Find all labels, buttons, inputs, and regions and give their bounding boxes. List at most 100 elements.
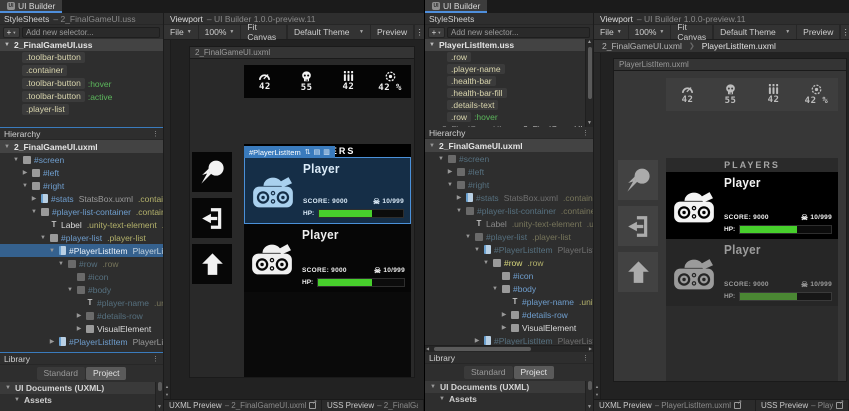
hierarchy-row[interactable]: ▶ #PlayerListItem PlayerListItem.uxml (0, 335, 163, 348)
disclosure-arrow[interactable]: ▼ (482, 260, 490, 266)
viewport-scrollbar[interactable]: ▲ ▼ (164, 40, 171, 399)
hierarchy-row[interactable]: ▶ #stats StatsBox.uxml .container (425, 191, 593, 204)
disclosure-arrow[interactable]: ▶ (428, 126, 436, 128)
hierarchy-row[interactable]: ▼ #player-list-container .container (425, 204, 593, 217)
library-section-assets[interactable]: ▼ Assets (0, 394, 163, 406)
hierarchy-row[interactable]: ▼ #player-list-container .container (0, 205, 163, 218)
hierarchy-row[interactable]: ▶ #PlayerListItem PlayerListItem.uxml (425, 334, 593, 345)
tab-project[interactable]: Project (513, 366, 554, 379)
hierarchy-row[interactable]: ▶ VisualElement (425, 321, 593, 334)
library-section-assets[interactable]: ▼ Assets (425, 393, 593, 405)
scroll-up-icon[interactable]: ▲ (587, 39, 592, 46)
add-selector-button[interactable]: + ▼ (428, 26, 445, 38)
disclosure-arrow[interactable]: ▶ (75, 325, 83, 332)
scroll-left-icon[interactable]: ◀ (426, 346, 429, 352)
uss-selector-row[interactable]: .toolbar-button:active (0, 90, 163, 103)
dock-icon[interactable] (314, 148, 321, 156)
disclosure-arrow[interactable]: ▼ (3, 42, 11, 48)
scroll-down-icon[interactable]: ▼ (157, 404, 162, 411)
disclosure-arrow[interactable]: ▼ (464, 234, 472, 240)
tab-project[interactable]: Project (86, 367, 127, 380)
hierarchy-row[interactable]: T Label .unity-text-element .unity-label (425, 217, 593, 230)
add-selector-input[interactable] (22, 26, 160, 38)
canvas-document[interactable]: PlayerListItem.uxml 42 55 42 42 % PLAYER… (613, 58, 847, 382)
breadcrumb-item[interactable]: 2_FinalGameUI.uxml (602, 41, 682, 51)
open-external-icon[interactable] (734, 400, 742, 409)
disclosure-arrow[interactable]: ▶ (455, 194, 463, 201)
uss-selector-row[interactable]: .toolbar-button:hover (0, 77, 163, 90)
hierarchy-row[interactable]: ▼ #player-list .player-list (425, 230, 593, 243)
tab-ui-builder[interactable]: UI UI Builder (0, 0, 63, 13)
disclosure-arrow[interactable]: ▼ (3, 144, 11, 150)
add-selector-button[interactable]: + ▼ (3, 26, 20, 38)
scroll-down-icon[interactable]: ▼ (594, 392, 600, 397)
hierarchy-row[interactable]: ▼ 2_FinalGameUI.uxml (425, 139, 593, 152)
uss-selector-row[interactable]: .row (425, 51, 593, 63)
kebab-menu-icon[interactable]: ⋮ (152, 355, 159, 363)
uss-selector-row[interactable]: .health-bar (425, 75, 593, 87)
theme-dropdown[interactable]: Default Theme ▼ (286, 25, 371, 39)
disclosure-arrow[interactable]: ▼ (39, 235, 47, 241)
disclosure-arrow[interactable]: ▶ (48, 338, 56, 345)
hierarchy-hscrollbar[interactable]: ◀ ▶ (425, 345, 593, 352)
selection-tag[interactable]: #PlayerListItem (244, 146, 335, 158)
disclosure-arrow[interactable]: ▶ (500, 324, 508, 331)
disclosure-arrow[interactable]: ▶ (75, 312, 83, 319)
tab-standard[interactable]: Standard (464, 366, 513, 379)
hierarchy-row[interactable]: ▼ #player-list .player-list (0, 231, 163, 244)
uss-selector-row[interactable]: .container (0, 64, 163, 77)
disclosure-arrow[interactable]: ▶ (473, 337, 481, 344)
disclosure-arrow[interactable]: ▼ (437, 156, 445, 162)
disclosure-arrow[interactable]: ▼ (455, 208, 463, 214)
hierarchy-row[interactable]: ▼ #PlayerListItem PlayerListItem.uxml (0, 244, 163, 257)
upgrade-button[interactable] (618, 252, 658, 292)
meteor-button[interactable] (192, 152, 232, 192)
player-list-item[interactable]: Player SCORE: 9000 10/999 HP: (666, 172, 838, 239)
kebab-menu-icon[interactable]: ⋮ (414, 25, 424, 39)
scroll-up-icon[interactable]: ▲ (594, 384, 600, 389)
stylesheets-scrollbar[interactable]: ▲ ▼ (585, 39, 593, 127)
zoom-dropdown[interactable]: 100% ▼ (199, 25, 242, 39)
hierarchy-row[interactable]: #icon (425, 269, 593, 282)
disclosure-arrow[interactable]: ▼ (428, 42, 436, 48)
hierarchy-row[interactable]: ▼ #body (0, 283, 163, 296)
scroll-down-icon[interactable]: ▼ (587, 120, 592, 127)
open-external-icon[interactable] (309, 400, 317, 409)
uss-selector-row[interactable]: .row:hover (425, 111, 593, 123)
library-scrollbar[interactable]: ▼ (155, 382, 163, 411)
viewport-scrollbar[interactable]: ▲ ▼ (594, 53, 601, 399)
disclosure-arrow[interactable]: ▼ (473, 247, 481, 253)
uxml-preview-pane[interactable]: UXML Preview 2_FinalGameUI.uxml (164, 400, 322, 411)
hierarchy-row[interactable]: T Label .unity-text-element .unity-label (0, 218, 163, 231)
upgrade-button[interactable] (192, 244, 232, 284)
hierarchy-row[interactable]: ▼ #right (0, 179, 163, 192)
file-menu[interactable]: File ▼ (164, 25, 199, 39)
hierarchy-row[interactable]: ▼ #screen (0, 153, 163, 166)
canvas-title[interactable]: PlayerListItem.uxml (613, 58, 847, 70)
disclosure-arrow[interactable]: ▼ (446, 182, 454, 188)
scroll-down-icon[interactable]: ▼ (587, 404, 592, 411)
disclosure-arrow[interactable]: ▼ (13, 397, 21, 403)
scroll-up-icon[interactable]: ▲ (164, 384, 170, 389)
hierarchy-row[interactable]: ▶ VisualElement (0, 322, 163, 335)
add-selector-input[interactable] (447, 26, 590, 38)
disclosure-arrow[interactable]: ▶ (30, 195, 38, 202)
disclosure-arrow[interactable]: ▼ (12, 157, 20, 163)
save-icon[interactable] (323, 148, 330, 156)
disclosure-arrow[interactable]: ▼ (429, 384, 437, 390)
fit-canvas-button[interactable]: Fit Canvas (671, 22, 714, 42)
uss-selector-row[interactable]: .toolbar-button (0, 51, 163, 64)
player-list-item[interactable]: Player SCORE: 9000 10/999 HP: (666, 239, 838, 306)
kebab-menu-icon[interactable]: ⋮ (582, 129, 589, 137)
disclosure-arrow[interactable]: ▼ (30, 209, 38, 215)
hierarchy-row[interactable]: ▶ #left (425, 165, 593, 178)
uss-selector-row[interactable]: .details-text (425, 99, 593, 111)
exit-button[interactable] (192, 198, 232, 238)
hierarchy-row[interactable]: ▼ #row .row (0, 257, 163, 270)
kebab-menu-icon[interactable]: ⋮ (840, 25, 849, 39)
open-external-icon[interactable] (836, 400, 844, 409)
disclosure-arrow[interactable]: ▼ (491, 286, 499, 292)
hierarchy-row[interactable]: ▼ 2_FinalGameUI.uxml (0, 140, 163, 153)
canvas-title[interactable]: 2_FinalGameUI.uxml (189, 46, 415, 58)
file-menu[interactable]: File ▼ (594, 25, 629, 39)
